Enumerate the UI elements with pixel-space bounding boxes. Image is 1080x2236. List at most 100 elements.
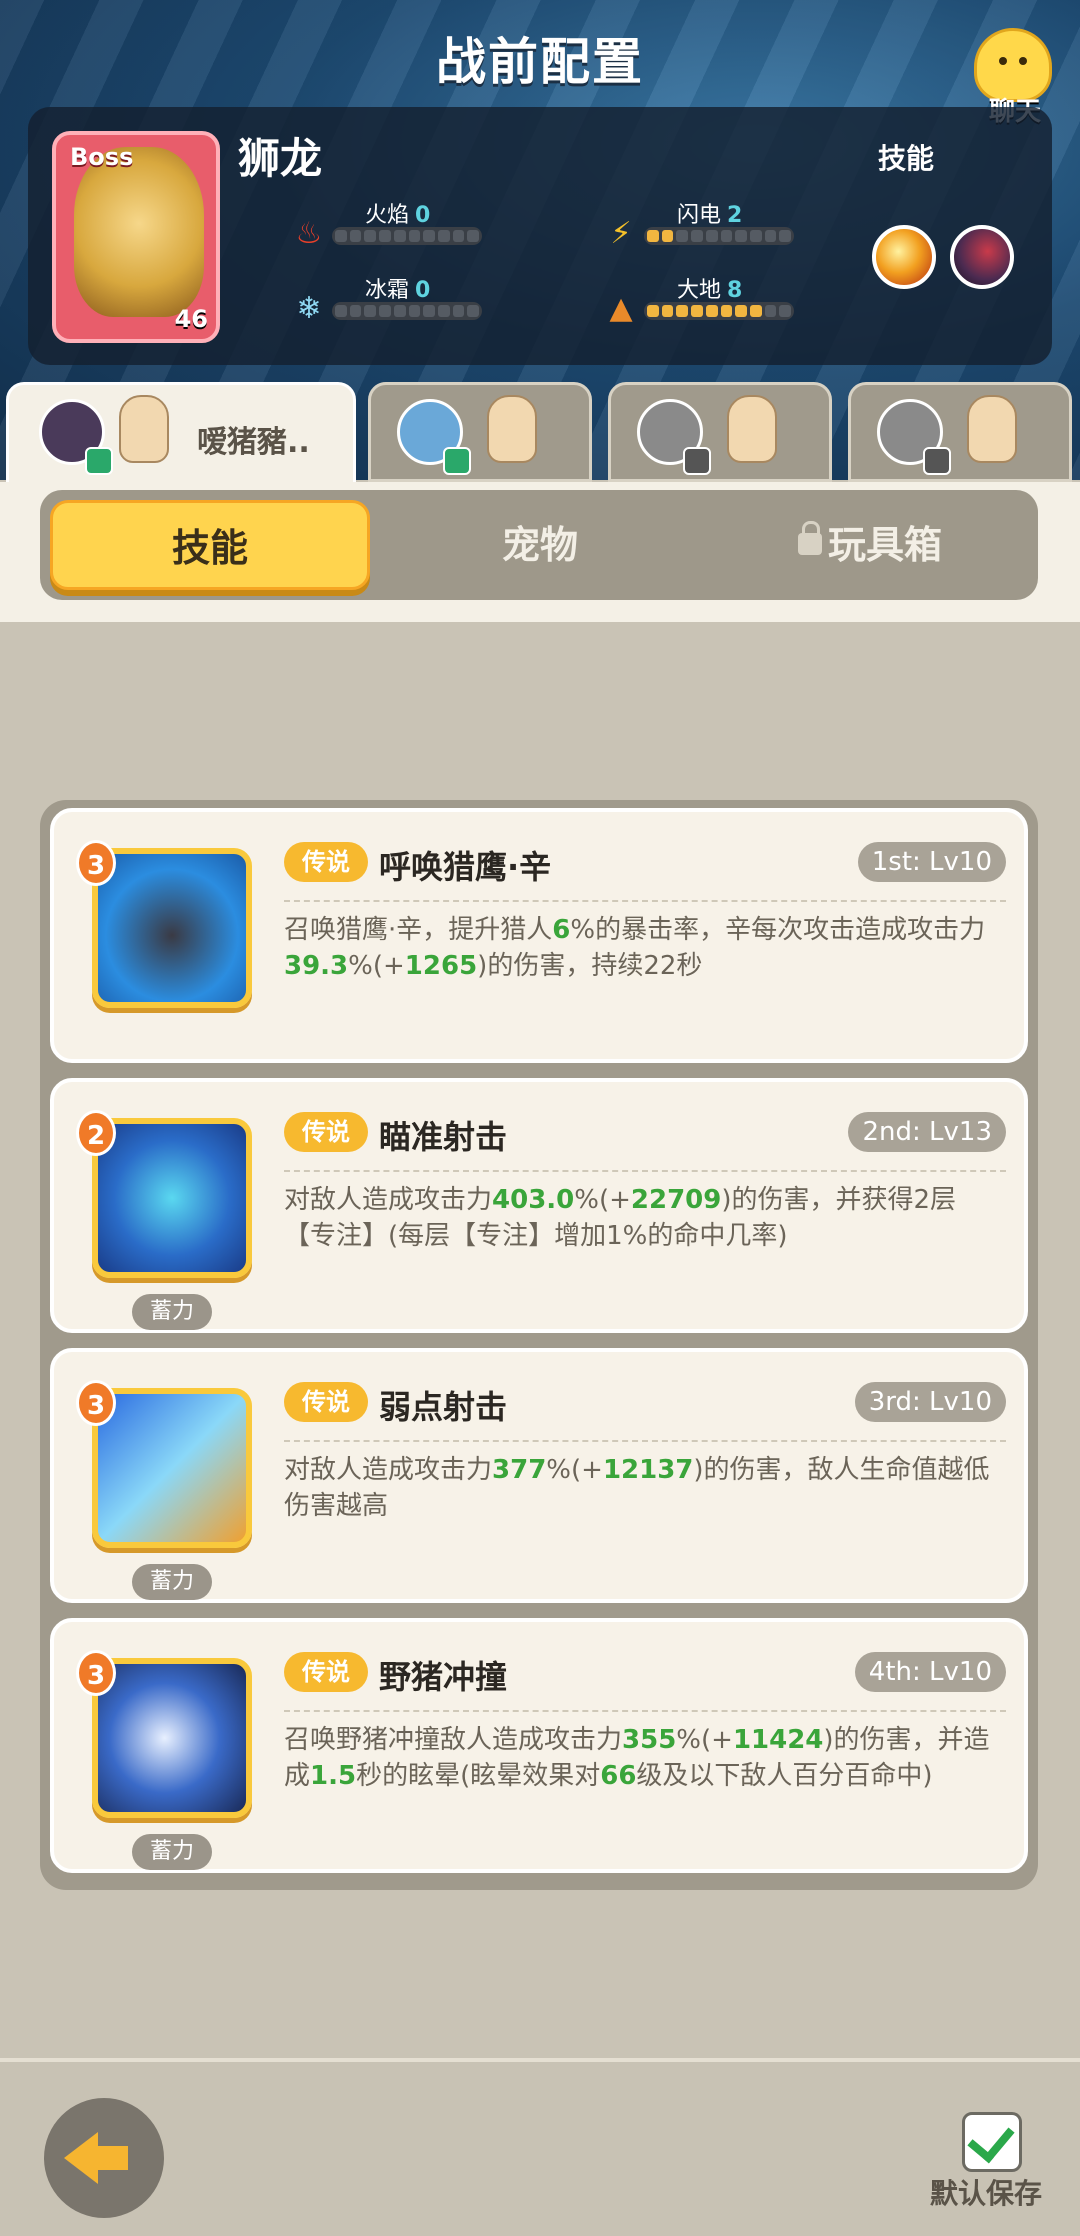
- hero-tab-1[interactable]: 嗳猪豬..: [6, 382, 356, 486]
- element-bar-segment: [423, 305, 435, 317]
- element-bar-segment: [364, 305, 377, 317]
- tab-toybox-label: 玩具箱: [827, 523, 942, 567]
- skill-card[interactable]: 3 蓄力 传说 弱点射击 3rd: Lv10 对敌人造成攻击力377%(+121…: [50, 1348, 1028, 1603]
- element-bar-segment: [408, 305, 421, 317]
- tab-pets[interactable]: 宠物: [420, 500, 660, 590]
- falcon-skill-icon: [92, 848, 252, 1008]
- divider: [284, 1170, 1006, 1172]
- skill-badge: 3: [76, 1650, 116, 1696]
- element-bar-segment: [467, 230, 480, 242]
- online-badge-icon: [85, 447, 113, 475]
- element-bar-segment: [349, 305, 362, 317]
- rarity-tag: 传说: [284, 1382, 368, 1422]
- aim-skill-icon: [92, 1118, 252, 1278]
- skill-badge: 2: [76, 1110, 116, 1156]
- charge-tag: 蓄力: [132, 1834, 212, 1870]
- element-value: 0: [415, 203, 431, 228]
- hero-tab-4[interactable]: [848, 382, 1072, 482]
- boar-charge-skill-icon: [92, 1658, 252, 1818]
- element-label: 火焰: [365, 203, 410, 228]
- skill-name: 瞄准射击: [379, 1118, 508, 1156]
- boss-skill-beast-icon[interactable]: [950, 225, 1014, 289]
- offline-badge-icon: [683, 447, 711, 475]
- element-bar-segment: [691, 230, 703, 242]
- skill-name: 呼唤猎鹰·辛: [379, 848, 552, 886]
- skill-list: 3 传说 呼唤猎鹰·辛 1st: Lv10 召唤猎鹰·辛，提升猎人6%的暴击率，…: [40, 800, 1038, 1890]
- element-bar-segment: [379, 230, 391, 242]
- element-label: 冰霜: [365, 278, 410, 303]
- default-save-checkbox[interactable]: [962, 2112, 1022, 2172]
- element-bar-segment: [735, 305, 747, 317]
- element-bar-segment: [749, 305, 762, 317]
- element-bar-segment: [349, 230, 362, 242]
- weakpoint-skill-icon: [92, 1388, 252, 1548]
- skill-name: 野猪冲撞: [379, 1658, 508, 1696]
- hand-point-icon: [727, 395, 777, 463]
- element-bar-segment: [720, 305, 733, 317]
- slot-level: 2nd: Lv13: [848, 1112, 1006, 1152]
- skill-card[interactable]: 2 蓄力 传说 瞄准射击 2nd: Lv13 对敌人造成攻击力403.0%(+2…: [50, 1078, 1028, 1333]
- slot-level: 1st: Lv10: [857, 842, 1006, 882]
- element-bar-segment: [691, 305, 703, 317]
- skill-name: 弱点射击: [379, 1388, 508, 1426]
- element-bar-segment: [437, 305, 450, 317]
- section-tabs-area: 技能 宠物 玩具箱: [0, 482, 1080, 622]
- element-bar: [332, 302, 482, 320]
- element-bar-segment: [764, 230, 777, 242]
- skill-description: 对敌人造成攻击力403.0%(+22709)的伤害，并获得2层【专注】(每层【专…: [284, 1185, 957, 1251]
- skill-badge: 3: [76, 840, 116, 886]
- hand-point-icon: [487, 395, 537, 463]
- back-button[interactable]: [44, 2098, 164, 2218]
- element-bar-segment: [335, 305, 347, 317]
- element-bar-segment: [467, 305, 480, 317]
- divider: [284, 1710, 1006, 1712]
- skill-description: 召唤野猪冲撞敌人造成攻击力355%(+11424)的伤害，并造成1.5秒的眩晕(…: [284, 1725, 990, 1791]
- element-bar-segment: [661, 230, 674, 242]
- element-bar-segment: [452, 230, 465, 242]
- skill-card[interactable]: 3 蓄力 传说 野猪冲撞 4th: Lv10 召唤野猪冲撞敌人造成攻击力355%…: [50, 1618, 1028, 1873]
- rarity-tag: 传说: [284, 1652, 368, 1692]
- element-value: 8: [727, 278, 743, 303]
- rarity-tag: 传说: [284, 842, 368, 882]
- element-bar-segment: [676, 230, 689, 242]
- element-bar-segment: [720, 230, 733, 242]
- element-bar: [644, 302, 794, 320]
- element-bar-segment: [705, 305, 718, 317]
- element-bar-segment: [452, 305, 465, 317]
- element-bar-segment: [779, 230, 792, 242]
- element-bar-segment: [661, 305, 674, 317]
- element-bar-segment: [379, 305, 391, 317]
- boss-portrait[interactable]: Boss 46: [52, 131, 220, 343]
- section-tabs: 技能 宠物 玩具箱: [40, 490, 1038, 600]
- skill-card[interactable]: 3 传说 呼唤猎鹰·辛 1st: Lv10 召唤猎鹰·辛，提升猎人6%的暴击率，…: [50, 808, 1028, 1063]
- element-bar-segment: [335, 230, 347, 242]
- hero-tab-2[interactable]: [368, 382, 592, 482]
- divider: [284, 900, 1006, 902]
- element-bar-segment: [705, 230, 718, 242]
- page-title: 战前配置: [436, 33, 644, 91]
- element-value: 0: [415, 278, 431, 303]
- element-bar-segment: [423, 230, 435, 242]
- boss-name: 狮龙: [238, 134, 323, 183]
- element-label: 大地: [677, 278, 722, 303]
- skill-badge: 3: [76, 1380, 116, 1426]
- element-bar-segment: [749, 230, 762, 242]
- element-earth: 大地 8 ▲: [602, 272, 842, 326]
- lightning-icon: ⚡: [610, 216, 632, 251]
- back-arrow-icon: [64, 2132, 128, 2184]
- frost-icon: ❄: [296, 291, 322, 326]
- element-label: 闪电: [677, 203, 722, 228]
- element-bar-segment: [393, 230, 406, 242]
- tab-skills[interactable]: 技能: [50, 500, 370, 590]
- hero-tab-3[interactable]: [608, 382, 832, 482]
- element-bar-segment: [735, 230, 747, 242]
- slot-level: 4th: Lv10: [854, 1652, 1006, 1692]
- hero-name: 嗳猪豬..: [197, 425, 310, 460]
- boss-skill-fire-icon[interactable]: [872, 225, 936, 289]
- tab-toybox[interactable]: 玩具箱: [720, 500, 1020, 590]
- boss-info-panel: Boss 46 狮龙 火焰 0 ♨ 闪电 2 ⚡ 冰霜 0 ❄ 大地 8 ▲ 技能: [28, 107, 1052, 365]
- element-bar: [332, 227, 482, 245]
- element-bar-segment: [393, 305, 406, 317]
- element-bar-segment: [408, 230, 421, 242]
- boss-tag: Boss: [70, 143, 134, 171]
